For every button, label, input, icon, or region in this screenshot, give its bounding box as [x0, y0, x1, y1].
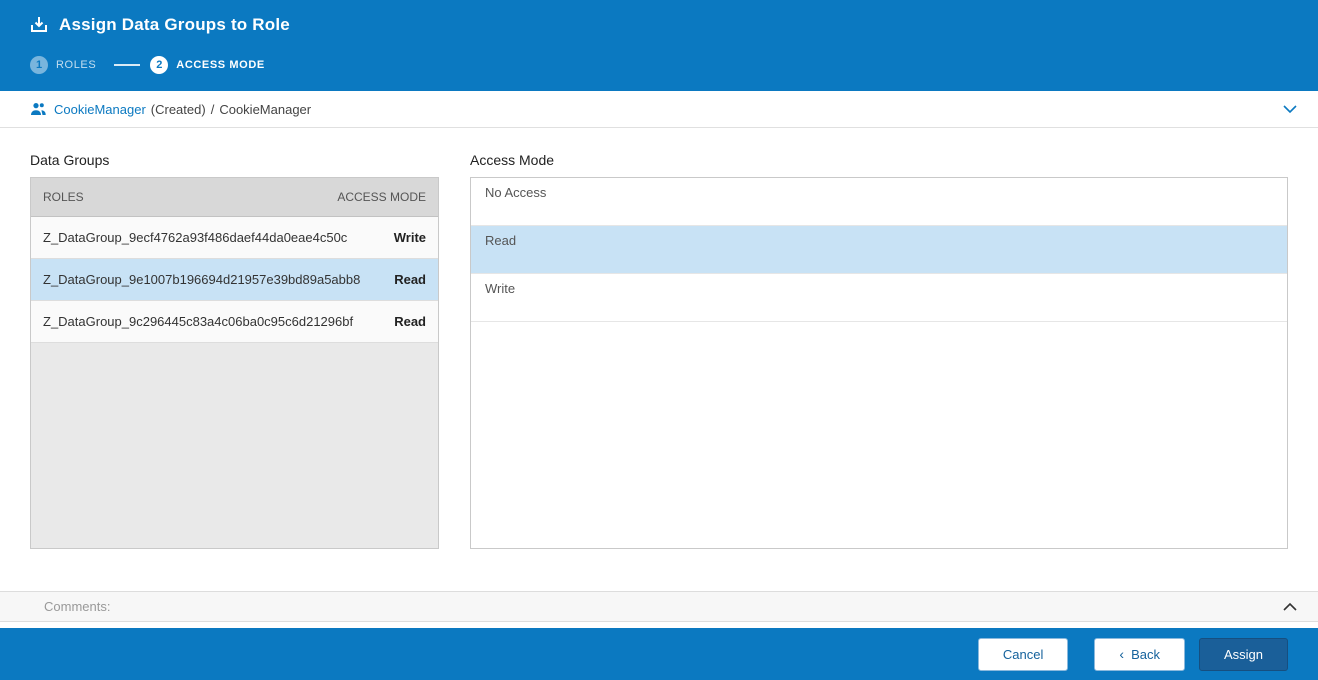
column-header-roles: ROLES	[43, 190, 84, 204]
access-mode-option-write[interactable]: Write	[471, 274, 1287, 322]
data-group-access: Read	[394, 272, 426, 287]
access-mode-section: Access Mode No Access Read Write	[470, 152, 1288, 591]
step-roles[interactable]: 1 ROLES	[30, 56, 96, 74]
step-access-mode: 2 ACCESS MODE	[150, 56, 265, 74]
access-mode-option-no-access[interactable]: No Access	[471, 178, 1287, 226]
access-mode-option-read[interactable]: Read	[471, 226, 1287, 274]
breadcrumb-role-link[interactable]: CookieManager	[54, 102, 146, 117]
breadcrumb-current: CookieManager	[219, 102, 311, 117]
assign-role-icon	[30, 16, 48, 34]
step-roles-number: 1	[30, 56, 48, 74]
breadcrumb: CookieManager (Created) / CookieManager	[0, 91, 1318, 128]
header: Assign Data Groups to Role 1 ROLES 2 ACC…	[0, 0, 1318, 91]
data-groups-table: ROLES ACCESS MODE Z_DataGroup_9ecf4762a9…	[30, 177, 439, 549]
data-groups-section: Data Groups ROLES ACCESS MODE Z_DataGrou…	[30, 152, 439, 591]
data-group-access: Read	[394, 314, 426, 329]
step-access-mode-label: ACCESS MODE	[176, 59, 265, 71]
back-arrow-icon: ‹	[1119, 647, 1124, 661]
data-group-name: Z_DataGroup_9ecf4762a93f486daef44da0eae4…	[43, 230, 347, 245]
comments-bar[interactable]: Comments:	[0, 591, 1318, 622]
step-roles-label: ROLES	[56, 59, 96, 71]
table-row[interactable]: Z_DataGroup_9c296445c83a4c06ba0c95c6d212…	[31, 301, 438, 343]
chevron-up-icon[interactable]	[1282, 602, 1298, 612]
access-mode-option-label: No Access	[485, 185, 546, 200]
access-mode-option-label: Write	[485, 281, 515, 296]
main-content: Data Groups ROLES ACCESS MODE Z_DataGrou…	[0, 128, 1318, 591]
table-row[interactable]: Z_DataGroup_9e1007b196694d21957e39bd89a5…	[31, 259, 438, 301]
table-row[interactable]: Z_DataGroup_9ecf4762a93f486daef44da0eae4…	[31, 217, 438, 259]
footer: Cancel ‹ Back Assign	[0, 628, 1318, 680]
step-indicator: 1 ROLES 2 ACCESS MODE	[30, 46, 1288, 84]
comments-label: Comments:	[44, 599, 110, 614]
cancel-button[interactable]: Cancel	[978, 638, 1068, 671]
data-groups-title: Data Groups	[30, 152, 439, 168]
step-connector-line	[114, 64, 140, 66]
data-group-name: Z_DataGroup_9c296445c83a4c06ba0c95c6d212…	[43, 314, 353, 329]
back-button-label: Back	[1131, 647, 1160, 662]
users-icon	[30, 102, 46, 116]
data-group-access: Write	[394, 230, 426, 245]
table-header: ROLES ACCESS MODE	[31, 178, 438, 217]
step-access-mode-number: 2	[150, 56, 168, 74]
back-button[interactable]: ‹ Back	[1094, 638, 1185, 671]
access-mode-option-label: Read	[485, 233, 516, 248]
page-title: Assign Data Groups to Role	[59, 15, 290, 35]
column-header-access-mode: ACCESS MODE	[337, 190, 426, 204]
access-mode-list: No Access Read Write	[470, 177, 1288, 549]
chevron-down-icon[interactable]	[1282, 104, 1298, 114]
breadcrumb-separator: /	[211, 102, 215, 117]
access-mode-title: Access Mode	[470, 152, 1288, 168]
data-group-name: Z_DataGroup_9e1007b196694d21957e39bd89a5…	[43, 272, 360, 287]
assign-button[interactable]: Assign	[1199, 638, 1288, 671]
assign-data-groups-dialog: Assign Data Groups to Role 1 ROLES 2 ACC…	[0, 0, 1318, 680]
breadcrumb-status: (Created)	[151, 102, 206, 117]
